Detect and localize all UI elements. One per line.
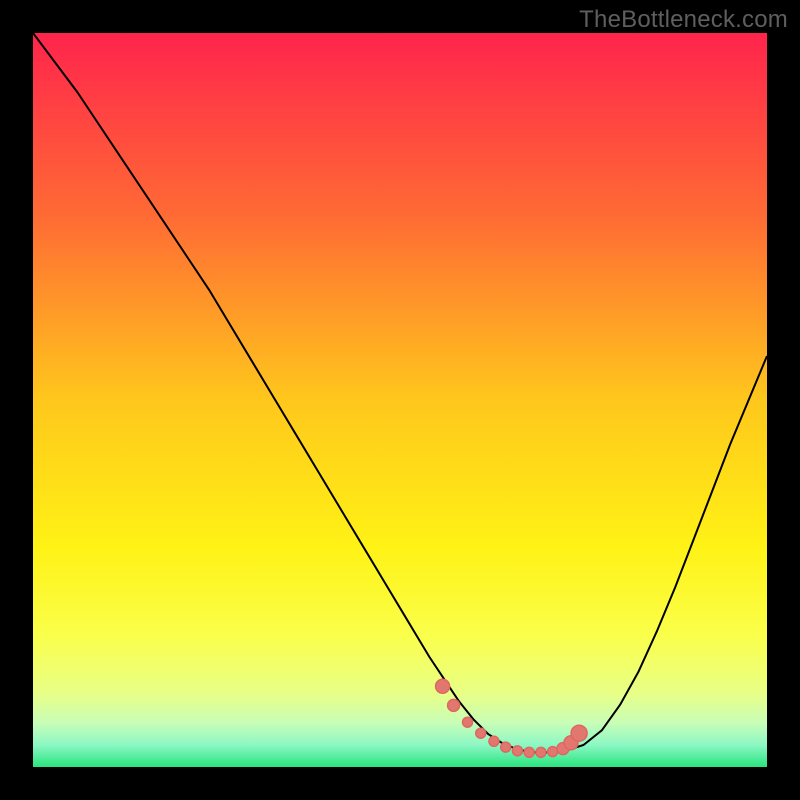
chart-plot-area — [33, 33, 767, 767]
watermark-text: TheBottleneck.com — [579, 6, 788, 34]
marker-dot — [476, 728, 486, 738]
marker-dot — [571, 725, 587, 741]
marker-dot — [448, 699, 460, 711]
marker-dot — [548, 747, 558, 757]
marker-dot — [524, 747, 534, 757]
marker-dot — [489, 736, 499, 746]
marker-dot — [501, 742, 511, 752]
marker-dot — [512, 746, 522, 756]
chart-frame: TheBottleneck.com — [0, 0, 800, 800]
chart-svg — [33, 33, 767, 767]
marker-dot — [536, 747, 546, 757]
marker-dot — [436, 679, 450, 693]
marker-dot — [463, 717, 473, 727]
gradient-background — [33, 33, 767, 767]
